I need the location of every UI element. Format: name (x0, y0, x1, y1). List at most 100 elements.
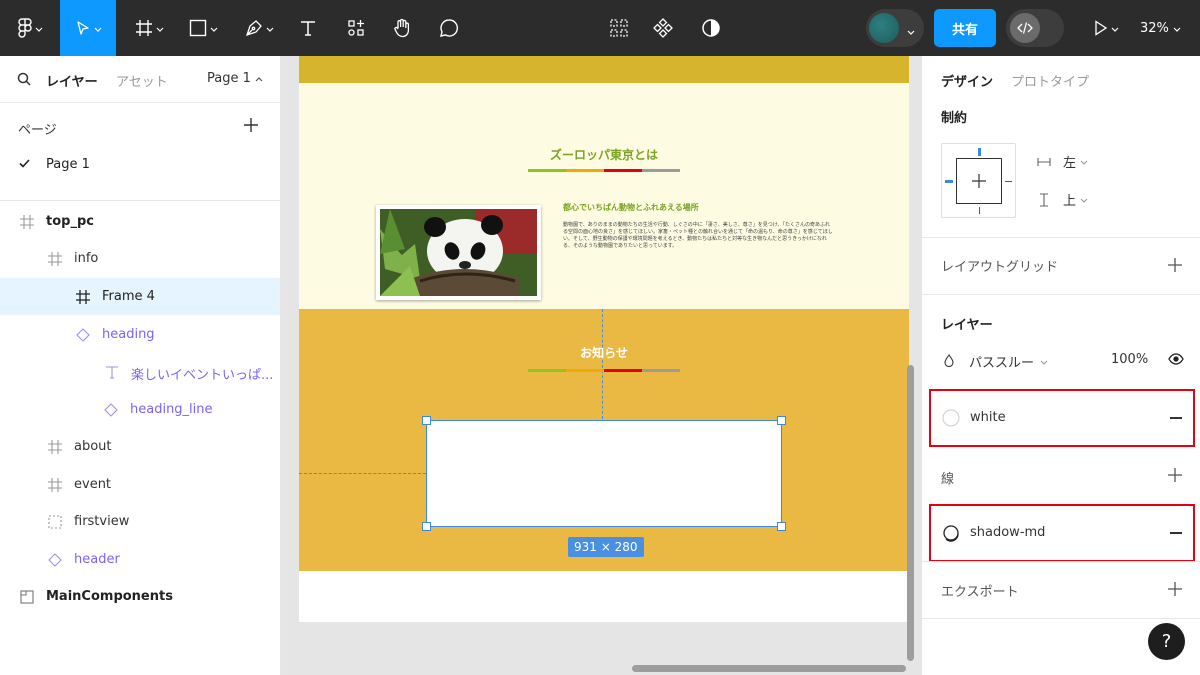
divider (922, 294, 1200, 295)
layer-row-firstview[interactable]: firstview (0, 503, 280, 540)
layer-label: heading_line (130, 402, 213, 417)
resize-handle[interactable] (422, 522, 431, 531)
layer-row-top-pc[interactable]: top_pc (0, 203, 280, 240)
hand-tool-button[interactable] (386, 0, 418, 56)
component-grid-button[interactable] (604, 0, 634, 56)
left-panel: レイヤー アセット Page 1 ページ Page 1 top_pc info … (0, 56, 281, 675)
add-page-plus-icon[interactable] (244, 118, 258, 132)
component-diamond-icon (653, 18, 673, 38)
contrast-half-icon (701, 18, 721, 38)
tab-layers[interactable]: レイヤー (46, 71, 98, 90)
shape-tool-button[interactable] (180, 0, 226, 56)
chevron-down-icon (907, 24, 915, 39)
vertical-scrollbar[interactable] (907, 365, 914, 661)
heading-line (528, 369, 680, 372)
horizontal-constraint-select[interactable]: 左 (1037, 152, 1088, 171)
pen-tool-button[interactable] (236, 0, 282, 56)
constraint-widget[interactable] (941, 143, 1016, 218)
layer-row-info[interactable]: info (0, 240, 280, 277)
canvas[interactable]: ズーロッパ東京とは 都心でいちばん動物とふれあえる場所 動物園で、ありのままの動… (281, 56, 921, 675)
resources-tool-button[interactable] (340, 0, 372, 56)
comment-tool-button[interactable] (432, 0, 466, 56)
heading-line-segment (528, 369, 566, 372)
layer-row-event[interactable]: event (0, 466, 280, 503)
layer-row-about[interactable]: about (0, 428, 280, 465)
present-button[interactable] (1086, 0, 1126, 56)
left-panel-tabs: レイヤー アセット Page 1 (0, 56, 280, 103)
resize-handle[interactable] (777, 416, 786, 425)
remove-effect-minus-icon[interactable] (1170, 532, 1182, 534)
search-icon[interactable] (17, 72, 31, 86)
contrast-button[interactable] (696, 0, 726, 56)
frame-tool-button[interactable] (126, 0, 172, 56)
layer-row-heading[interactable]: heading (0, 316, 280, 353)
main-menu-button[interactable] (10, 0, 50, 56)
page-selector[interactable]: Page 1 (207, 71, 263, 86)
artboard-top-pc[interactable]: ズーロッパ東京とは 都心でいちばん動物とふれあえる場所 動物園で、ありのままの動… (299, 56, 909, 622)
layer-row-header[interactable]: header (0, 541, 280, 578)
multiplayer-avatar[interactable] (866, 9, 924, 47)
about-section[interactable]: ズーロッパ東京とは 都心でいちばん動物とふれあえる場所 動物園で、ありのままの動… (299, 83, 909, 309)
zoom-control[interactable]: 32% (1140, 0, 1181, 56)
play-icon (1094, 20, 1108, 36)
layer-row-frame-4[interactable]: Frame 4 (0, 278, 280, 315)
vertical-constraint-select[interactable]: 上 (1037, 190, 1088, 209)
tab-assets[interactable]: アセット (116, 71, 168, 90)
effect-style-name: shadow-md (970, 525, 1046, 540)
effect-style-highlight[interactable]: shadow-md (929, 504, 1195, 562)
opacity-input[interactable]: 100% (1111, 352, 1148, 367)
toolbar: 共有 32% (0, 0, 1200, 56)
eye-icon[interactable] (1168, 353, 1184, 365)
component-grid-icon (609, 18, 629, 38)
about-heading: ズーロッパ東京とは (549, 148, 658, 162)
selection-size-badge: 931 × 280 (568, 537, 644, 557)
constraint-left-handle[interactable] (945, 180, 953, 183)
fill-style-highlight[interactable]: white (929, 389, 1195, 447)
add-stroke-plus-icon[interactable] (1168, 468, 1182, 482)
info-section[interactable]: お知らせ 931 × 280 (299, 309, 909, 571)
layer-row-heading-line[interactable]: heading_line (0, 391, 280, 428)
pen-nib-icon (245, 19, 263, 37)
vertical-constraint-icon (1037, 192, 1051, 207)
resize-handle[interactable] (777, 522, 786, 531)
component-button[interactable] (648, 0, 678, 56)
blend-mode-select[interactable]: パススルー (969, 352, 1048, 371)
heading-line-segment (528, 169, 566, 172)
add-layout-grid-plus-icon[interactable] (1168, 258, 1182, 272)
constraint-top-handle[interactable] (978, 148, 981, 156)
horizontal-constraint-icon (1037, 157, 1051, 167)
constraint-right-handle[interactable] (1005, 181, 1012, 182)
header-band (299, 56, 909, 83)
selected-frame-4[interactable] (422, 416, 786, 531)
layer-row-main-components[interactable]: MainComponents (0, 578, 280, 615)
text-tool-button[interactable] (292, 0, 324, 56)
tab-design[interactable]: デザイン (941, 71, 993, 90)
help-button[interactable]: ? (1148, 623, 1185, 660)
remove-fill-minus-icon[interactable] (1170, 417, 1182, 419)
layer-label: about (74, 439, 112, 454)
horizontal-scrollbar[interactable] (632, 665, 906, 672)
frame-hash-icon (48, 478, 62, 492)
text-t-icon (299, 19, 317, 37)
constraint-bottom-handle[interactable] (979, 207, 980, 214)
share-button[interactable]: 共有 (934, 9, 996, 47)
dev-mode-toggle[interactable] (1006, 9, 1064, 47)
avatar (869, 13, 899, 43)
heading-line-segment (566, 369, 604, 372)
resize-handle[interactable] (422, 416, 431, 425)
layer-row-text[interactable]: 楽しいイベントいっぱ... (0, 353, 280, 390)
layer-label: heading (102, 327, 155, 342)
tab-prototype[interactable]: プロトタイプ (1011, 71, 1089, 90)
about-body-text: 動物園で、ありのままの動物たちの生活や行動、しぐさの中に「凄さ、美しさ、尊さ」を… (563, 222, 833, 249)
chevron-up-icon (255, 71, 263, 86)
stroke-heading: 線 (941, 472, 955, 487)
move-tool-button[interactable] (60, 0, 116, 56)
add-export-plus-icon[interactable] (1168, 582, 1182, 596)
layer-label: info (74, 251, 99, 266)
heading-line-segment (642, 369, 680, 372)
rectangle-icon (189, 19, 207, 37)
dashed-frame-icon (48, 515, 62, 529)
divider (922, 561, 1200, 562)
horizontal-constraint-value: 左 (1063, 156, 1077, 171)
page-item[interactable]: Page 1 (0, 151, 280, 179)
